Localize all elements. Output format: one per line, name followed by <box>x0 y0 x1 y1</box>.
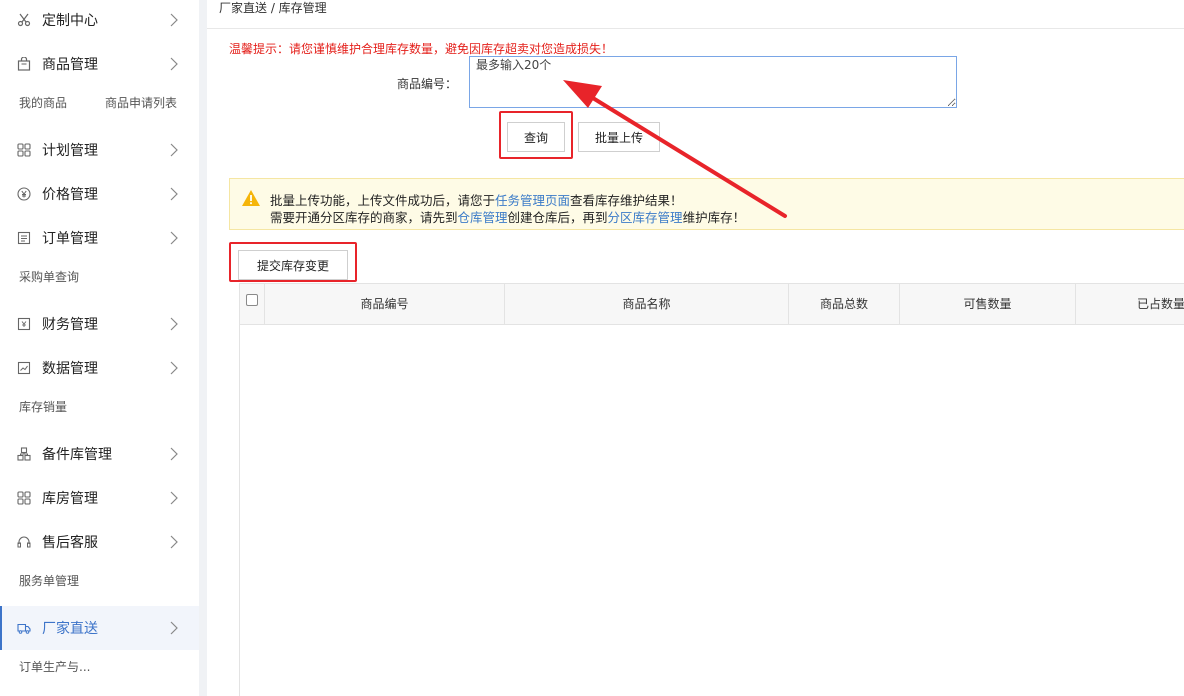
menu-label: 订单管理 <box>42 231 98 247</box>
th-total-count: 商品总数 <box>789 284 900 324</box>
bag-icon <box>17 57 31 71</box>
chevron-right-icon <box>170 187 178 201</box>
menu-label: 价格管理 <box>42 187 98 203</box>
notice-text: 批量上传功能，上传文件成功后，请您于 <box>270 193 496 208</box>
menu-data-management[interactable]: 数据管理 <box>0 346 199 390</box>
menu-label: 库房管理 <box>42 491 98 507</box>
grid-icon <box>17 143 31 157</box>
select-all-checkbox[interactable] <box>246 294 258 306</box>
chevron-right-icon <box>170 13 178 27</box>
warning-tip: 温馨提示：请您谨慎维护合理库存数量，避免因库存超卖对您造成损失！ <box>229 42 614 56</box>
task-management-link[interactable]: 任务管理页面 <box>495 193 570 208</box>
chevron-right-icon <box>170 361 178 375</box>
breadcrumb-divider <box>207 28 1184 29</box>
scissors-icon <box>17 13 31 27</box>
menu-finance-management[interactable]: 财务管理 <box>0 302 199 346</box>
menu-label: 厂家直送 <box>42 621 98 637</box>
product-code-input[interactable] <box>469 56 957 108</box>
chevron-right-icon <box>170 447 178 461</box>
main-content: 厂家直送 / 库存管理 温馨提示：请您谨慎维护合理库存数量，避免因库存超卖对您造… <box>207 0 1184 696</box>
menu-label: 数据管理 <box>42 361 98 377</box>
wallet-icon <box>17 317 31 331</box>
sub-goods-apply-list[interactable]: 商品申请列表 <box>105 94 177 111</box>
warning-triangle-icon <box>242 190 260 206</box>
chevron-right-icon <box>170 491 178 505</box>
notice-text: 创建仓库后，再到 <box>507 210 608 225</box>
sidebar: 定制中心 商品管理 我的商品 商品申请列表 计划管理 价格管理 订单管理 采购单… <box>0 0 199 696</box>
th-product-name: 商品名称 <box>505 284 789 324</box>
breadcrumb: 厂家直送 / 库存管理 <box>219 1 327 15</box>
query-button[interactable]: 查询 <box>507 122 565 152</box>
menu-label: 财务管理 <box>42 317 98 333</box>
th-occupied-count: 已占数量 <box>1136 297 1184 311</box>
menu-label: 售后客服 <box>42 535 98 551</box>
notice-text: 需要开通分区库存的商家，请先到 <box>270 210 458 225</box>
select-all-cell <box>240 284 265 324</box>
menu-price-management[interactable]: 价格管理 <box>0 172 199 216</box>
menu-custom-center[interactable]: 定制中心 <box>0 0 199 42</box>
chevron-right-icon <box>170 231 178 245</box>
upload-notice: 批量上传功能，上传文件成功后，请您于任务管理页面查看库存维护结果！ 需要开通分区… <box>229 178 1184 230</box>
menu-goods-management[interactable]: 商品管理 <box>0 42 199 86</box>
sub-my-goods[interactable]: 我的商品 <box>19 94 67 111</box>
sub-order-production[interactable]: 订单生产与... <box>19 658 90 675</box>
notice-text: 维护库存！ <box>682 210 746 225</box>
sub-service-orders[interactable]: 服务单管理 <box>19 572 79 589</box>
menu-order-management[interactable]: 订单管理 <box>0 216 199 260</box>
truck-icon <box>17 621 31 635</box>
stock-table: 商品编号 商品名称 商品总数 可售数量 已占数量 <box>239 283 1184 696</box>
batch-upload-button[interactable]: 批量上传 <box>578 122 660 152</box>
zone-stock-management-link[interactable]: 分区库存管理 <box>608 210 683 225</box>
menu-after-sales[interactable]: 售后客服 <box>0 520 199 564</box>
chevron-right-icon <box>170 621 178 635</box>
th-product-code: 商品编号 <box>265 284 505 324</box>
order-list-icon <box>17 231 31 245</box>
submit-stock-change-button[interactable]: 提交库存变更 <box>238 250 348 280</box>
yen-coin-icon <box>17 187 31 201</box>
chevron-right-icon <box>170 57 178 71</box>
chart-icon <box>17 361 31 375</box>
menu-label: 备件库管理 <box>42 447 112 463</box>
chevron-right-icon <box>170 535 178 549</box>
product-code-label: 商品编号： <box>397 77 458 91</box>
table-header: 商品编号 商品名称 商品总数 可售数量 已占数量 <box>240 283 1184 325</box>
menu-label: 计划管理 <box>42 143 98 159</box>
th-sellable-count: 可售数量 <box>900 284 1076 324</box>
warehouse-grid-icon <box>17 491 31 505</box>
chevron-right-icon <box>170 143 178 157</box>
sub-stock-sales[interactable]: 库存销量 <box>19 398 67 415</box>
notice-line-2: 需要开通分区库存的商家，请先到仓库管理创建仓库后，再到分区库存管理维护库存！ <box>270 207 745 226</box>
headset-icon <box>17 535 31 549</box>
warehouse-management-link[interactable]: 仓库管理 <box>458 210 508 225</box>
sub-purchase-query[interactable]: 采购单查询 <box>19 268 79 285</box>
menu-direct-delivery[interactable]: 厂家直送 <box>0 606 199 650</box>
notice-text: 查看库存维护结果！ <box>570 193 683 208</box>
parts-icon <box>17 447 31 461</box>
menu-label: 定制中心 <box>42 13 98 29</box>
menu-label: 商品管理 <box>42 57 98 73</box>
menu-plan-management[interactable]: 计划管理 <box>0 128 199 172</box>
menu-spare-parts-management[interactable]: 备件库管理 <box>0 432 199 476</box>
menu-warehouse-management[interactable]: 库房管理 <box>0 476 199 520</box>
chevron-right-icon <box>170 317 178 331</box>
